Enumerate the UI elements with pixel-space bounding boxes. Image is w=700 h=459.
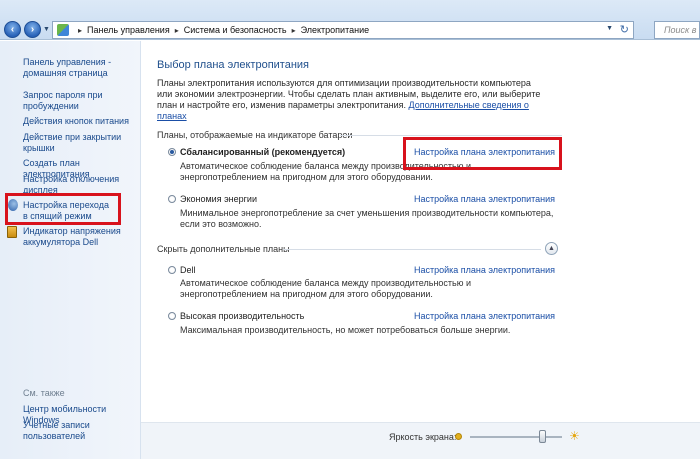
- brightness-low-icon: [455, 433, 462, 440]
- sidebar-item-lid-close[interactable]: Действие при закрытии крышки: [23, 132, 123, 154]
- plan-dell-description: Автоматическое соблюдение баланса между …: [180, 278, 472, 299]
- section-divider: [283, 249, 541, 250]
- sidebar-item-user-accounts[interactable]: Учетные записи пользователей: [23, 420, 113, 442]
- breadcrumb-separator-icon[interactable]: ▸: [78, 26, 82, 35]
- brightness-slider[interactable]: [470, 436, 562, 438]
- plan-dell-settings-link[interactable]: Настройка плана электропитания: [414, 265, 555, 275]
- plan-balanced-radio[interactable]: [168, 148, 176, 156]
- brightness-high-icon: ☀: [569, 429, 580, 443]
- address-dropdown-icon[interactable]: ▼: [606, 25, 613, 32]
- highlight-box-sleep-settings: [5, 193, 121, 225]
- sidebar-item-power-buttons[interactable]: Действия кнопок питания: [23, 116, 138, 127]
- see-also-heading: См. также: [23, 388, 65, 398]
- breadcrumb-power-options[interactable]: Электропитание: [301, 25, 370, 35]
- back-button[interactable]: ‹: [4, 21, 21, 38]
- breadcrumb-system-security[interactable]: Система и безопасность: [184, 25, 287, 35]
- control-panel-icon: [57, 24, 69, 36]
- page-title: Выбор плана электропитания: [157, 59, 310, 71]
- breadcrumb-control-panel[interactable]: Панель управления: [87, 25, 170, 35]
- battery-plans-heading: Планы, отображаемые на индикаторе батаре…: [157, 130, 353, 140]
- plan-power-saver-radio[interactable]: [168, 195, 176, 203]
- brightness-label: Яркость экрана:: [389, 432, 457, 442]
- forward-button[interactable]: ›: [24, 21, 41, 38]
- address-bar[interactable]: ▸ Панель управления ▸ Система и безопасн…: [52, 21, 634, 39]
- breadcrumb-separator-icon[interactable]: ▸: [175, 26, 179, 35]
- search-input[interactable]: Поиск в панели: [654, 21, 700, 39]
- section-divider: [340, 135, 562, 136]
- hidden-plans-heading[interactable]: Скрыть дополнительные планы: [157, 244, 290, 254]
- plan-high-performance-radio[interactable]: [168, 312, 176, 320]
- refresh-icon[interactable]: ↻: [620, 23, 629, 36]
- highlight-box-plan-settings: [403, 137, 562, 170]
- recent-pages-dropdown-icon[interactable]: ▼: [43, 26, 50, 33]
- plan-high-performance-name[interactable]: Высокая производительность: [180, 311, 304, 321]
- plan-power-saver-description: Минимальное энергопотребление за счет ум…: [180, 208, 554, 229]
- sidebar-item-dell-battery-meter[interactable]: Индикатор напряжения аккумулятора Dell: [23, 226, 135, 248]
- intro-text: Планы электропитания используются для оп…: [157, 78, 547, 122]
- plan-dell-name[interactable]: Dell: [180, 265, 196, 275]
- sidebar-item-password-on-wakeup[interactable]: Запрос пароля при пробуждении: [23, 90, 133, 112]
- plan-power-saver-name[interactable]: Экономия энергии: [180, 194, 257, 204]
- breadcrumb-separator-icon[interactable]: ▸: [292, 26, 296, 35]
- plan-high-performance-description: Максимальная производительность, но може…: [180, 325, 511, 335]
- plan-power-saver-settings-link[interactable]: Настройка плана электропитания: [414, 194, 555, 204]
- navigation-bar: ‹ › ▼ ▸ Панель управления ▸ Система и бе…: [0, 0, 700, 40]
- collapse-chevron-up-icon[interactable]: ▲: [545, 242, 558, 255]
- plan-balanced-name[interactable]: Сбалансированный (рекомендуется): [180, 147, 345, 157]
- plan-dell-radio[interactable]: [168, 266, 176, 274]
- sidebar-home-link[interactable]: Панель управления - домашняя страница: [23, 57, 138, 79]
- battery-icon: [7, 226, 17, 238]
- brightness-slider-thumb[interactable]: [538, 430, 546, 443]
- plan-high-performance-settings-link[interactable]: Настройка плана электропитания: [414, 311, 555, 321]
